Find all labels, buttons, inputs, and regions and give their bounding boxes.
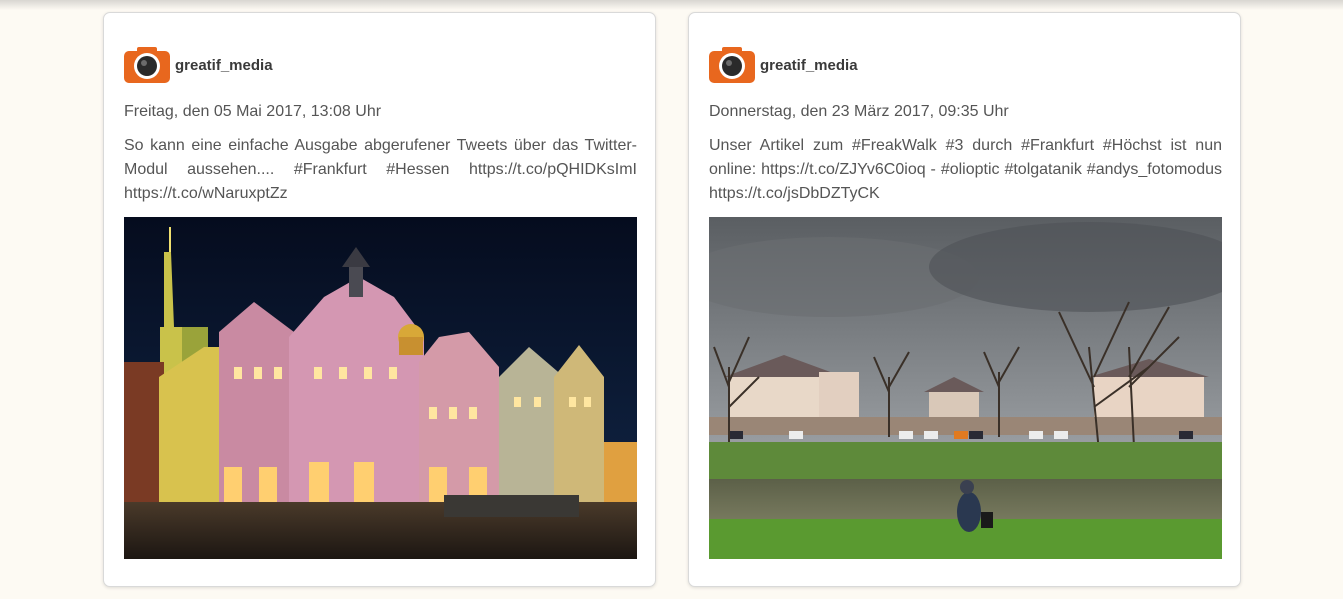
tweet-card: greatif_media Freitag, den 05 Mai 2017, … xyxy=(103,12,656,587)
author-handle[interactable]: greatif_media xyxy=(760,57,858,74)
roemer-night-photo[interactable] xyxy=(124,217,637,559)
camera-icon xyxy=(709,47,755,83)
camera-icon xyxy=(124,47,170,83)
top-shadow xyxy=(0,0,1343,10)
tweet-text: So kann eine einfache Ausgabe abgerufene… xyxy=(124,137,637,202)
tweet-header: greatif_media xyxy=(124,47,273,83)
tweet-date: Donnerstag, den 23 März 2017, 09:35 Uhr xyxy=(709,103,1009,120)
tweet-card: greatif_media Donnerstag, den 23 März 20… xyxy=(688,12,1241,587)
tweet-text: Unser Artikel zum #FreakWalk #3 durch #F… xyxy=(709,137,1222,202)
tweet-date: Freitag, den 05 Mai 2017, 13:08 Uhr xyxy=(124,103,382,120)
river-park-photo[interactable] xyxy=(709,217,1222,559)
author-handle[interactable]: greatif_media xyxy=(175,57,273,74)
tweet-header: greatif_media xyxy=(709,47,858,83)
